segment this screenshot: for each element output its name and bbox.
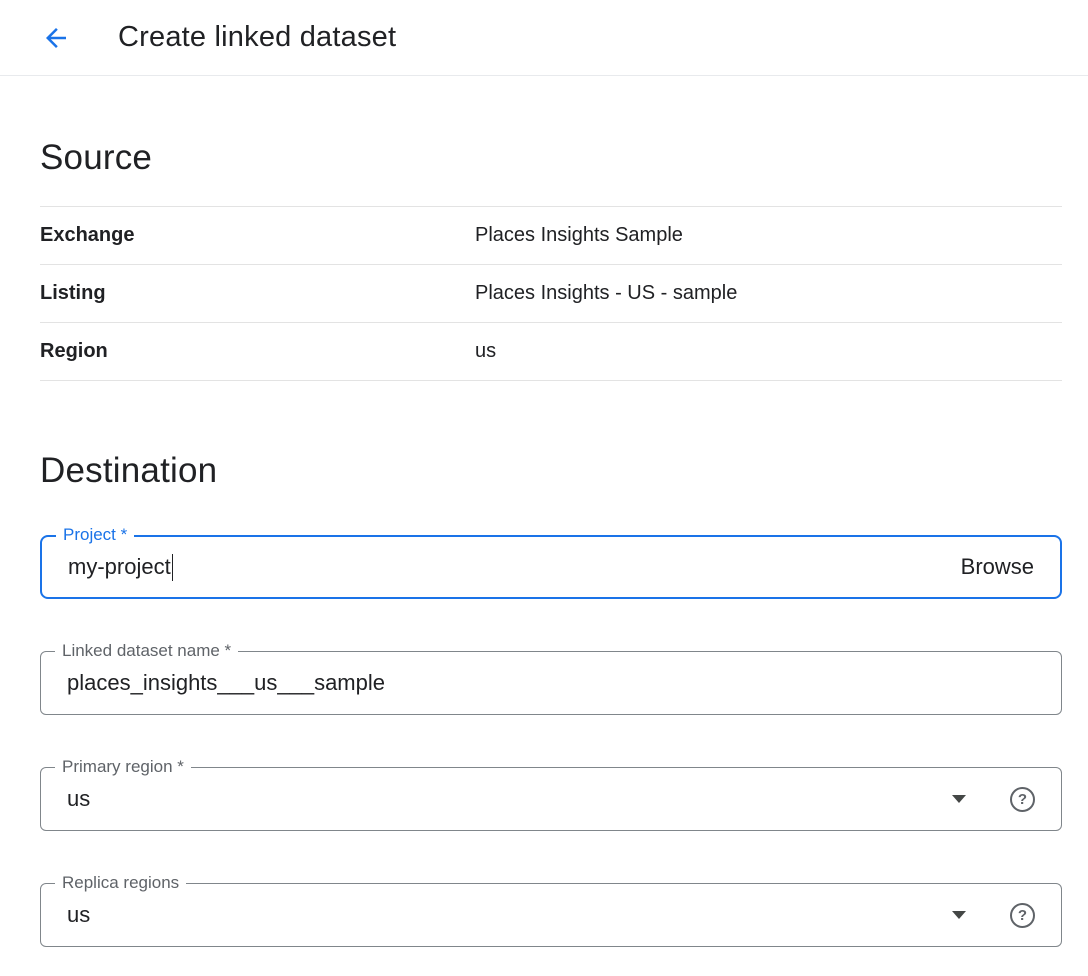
row-value-region: us (475, 340, 496, 363)
linked-dataset-name-value[interactable]: places_insights___us___sample (67, 670, 385, 696)
text-cursor (172, 554, 174, 581)
project-field-label: Project * (56, 525, 134, 545)
table-row: Listing Places Insights - US - sample (40, 265, 1062, 323)
source-table: Exchange Places Insights Sample Listing … (40, 206, 1062, 381)
linked-dataset-name-label: Linked dataset name * (55, 641, 238, 661)
table-row: Exchange Places Insights Sample (40, 207, 1062, 265)
back-button[interactable] (34, 16, 78, 60)
linked-dataset-name-field[interactable]: Linked dataset name * places_insights___… (40, 651, 1062, 715)
replica-regions-label: Replica regions (55, 873, 186, 893)
row-label-listing: Listing (40, 282, 475, 305)
row-value-listing: Places Insights - US - sample (475, 282, 737, 305)
primary-region-value: us (67, 786, 90, 812)
project-field[interactable]: Project * my-project Browse (40, 535, 1062, 599)
page-header: Create linked dataset (0, 0, 1088, 76)
chevron-down-icon[interactable] (952, 795, 966, 803)
replica-regions-select[interactable]: Replica regions us ? (40, 883, 1062, 947)
project-field-value[interactable]: my-project (68, 554, 171, 580)
row-label-region: Region (40, 340, 475, 363)
destination-heading: Destination (40, 451, 1062, 491)
chevron-down-icon[interactable] (952, 911, 966, 919)
source-heading: Source (40, 138, 1062, 178)
help-icon[interactable]: ? (1010, 787, 1035, 812)
browse-button[interactable]: Browse (961, 554, 1034, 580)
primary-region-label: Primary region * (55, 757, 191, 777)
main-content: Source Exchange Places Insights Sample L… (0, 138, 1088, 947)
primary-region-select[interactable]: Primary region * us ? (40, 767, 1062, 831)
arrow-back-icon (41, 23, 71, 53)
row-value-exchange: Places Insights Sample (475, 224, 683, 247)
help-icon[interactable]: ? (1010, 903, 1035, 928)
replica-regions-controls: ? (952, 903, 1035, 928)
table-row: Region us (40, 323, 1062, 381)
primary-region-controls: ? (952, 787, 1035, 812)
row-label-exchange: Exchange (40, 224, 475, 247)
replica-regions-value: us (67, 902, 90, 928)
page-title: Create linked dataset (118, 21, 396, 54)
